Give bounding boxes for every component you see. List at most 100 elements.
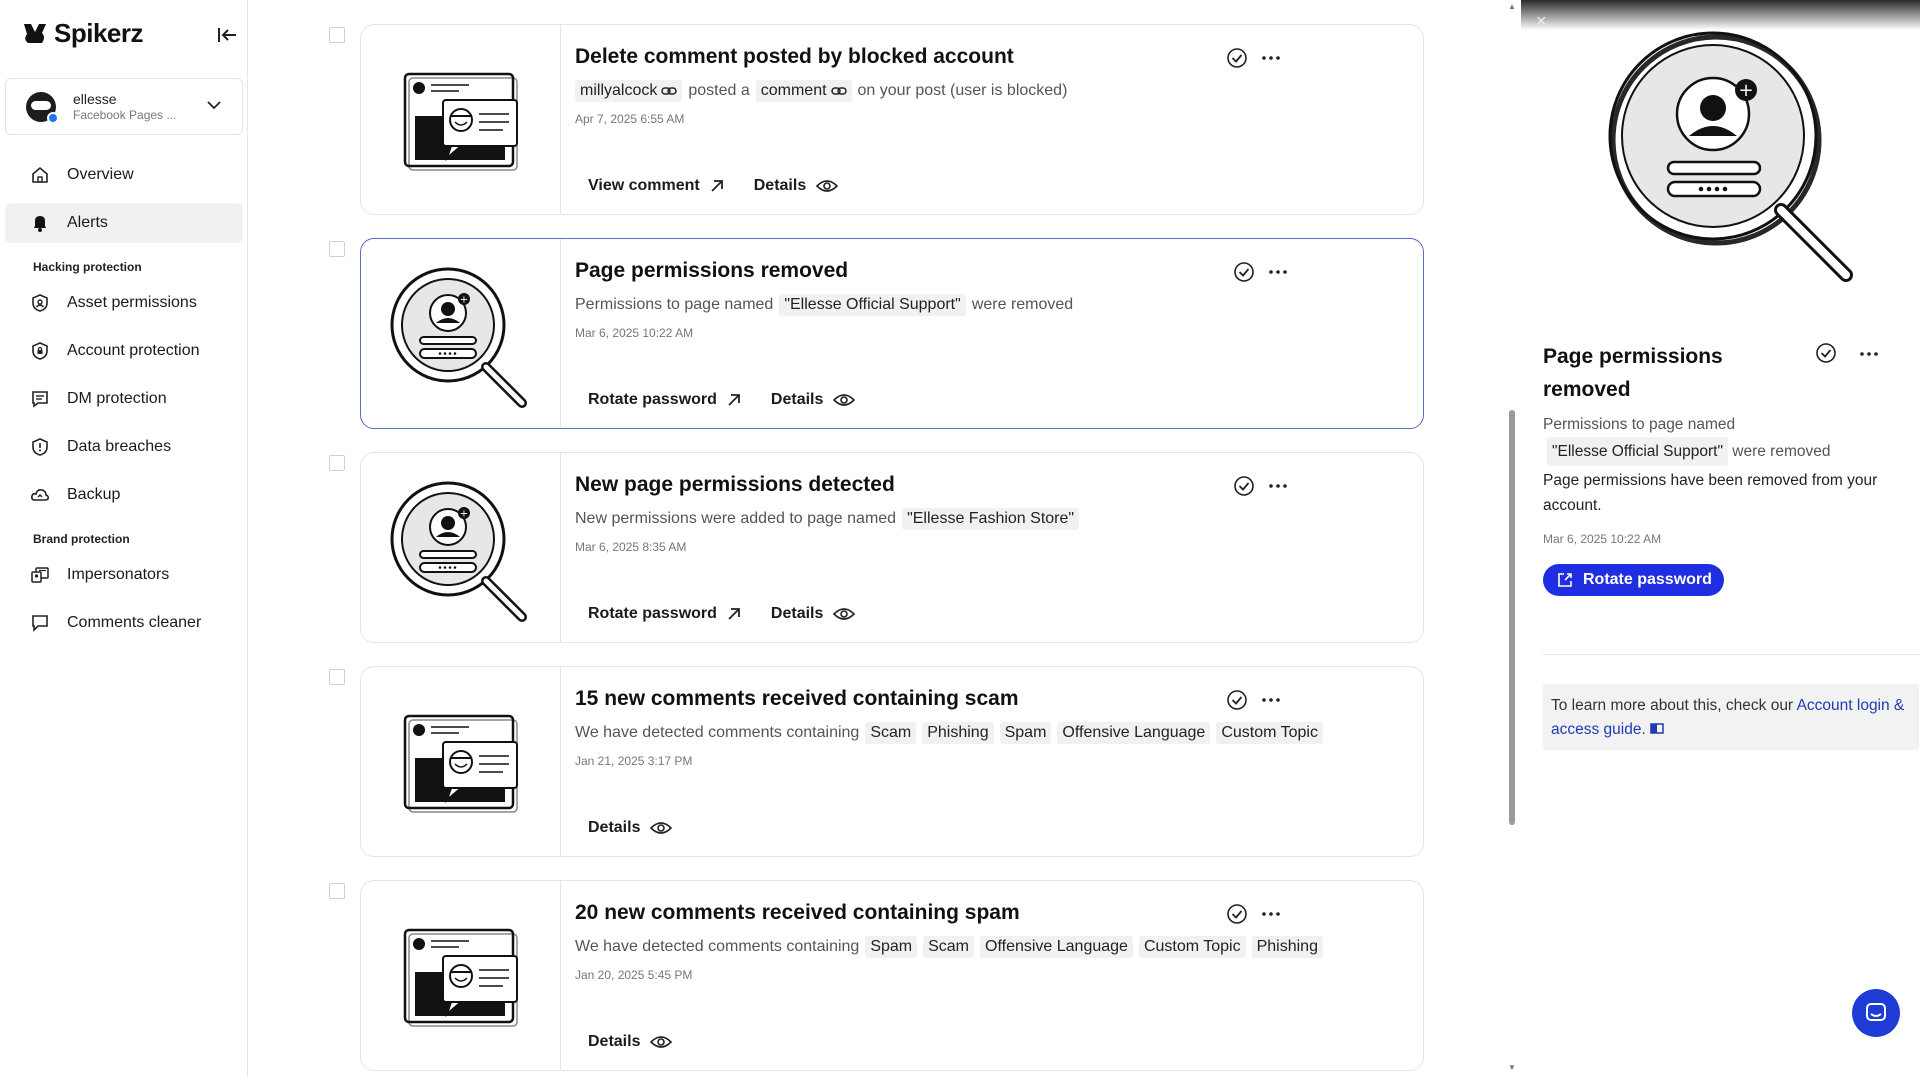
main-scrollbar[interactable]: ▲ ▼ [1505,0,1521,1077]
eye-icon [833,394,856,406]
alert-checkbox[interactable] [329,241,345,257]
eye-icon [833,608,856,620]
more-options-icon[interactable] [1259,689,1283,711]
check-circle-icon[interactable] [1233,261,1255,283]
scroll-down-icon[interactable]: ▼ [1508,1063,1516,1072]
alert-checkbox[interactable] [329,27,345,43]
desc-text: Permissions to page named [575,296,774,313]
alert-card-body: Delete comment posted by blocked account… [575,25,1423,214]
chat-support-button[interactable] [1852,989,1900,1037]
action-label: View comment [588,177,700,194]
link-icon [830,87,847,95]
alert-date: Apr 7, 2025 6:55 AM [575,112,685,126]
rotate-password-button[interactable]: Rotate password [1543,564,1724,596]
sidebar-item-label: Asset permissions [67,294,197,311]
check-circle-icon[interactable] [1815,342,1837,364]
details-button[interactable]: Details [753,177,839,195]
alert-card[interactable]: Delete comment posted by blocked account… [360,24,1424,215]
close-icon[interactable]: × [1536,11,1547,32]
page-name-chip: "Ellesse Official Support" [1547,437,1728,466]
details-button[interactable]: Details [588,1033,673,1051]
rotate-password-button[interactable]: Rotate password [588,605,741,623]
scroll-up-icon[interactable]: ▲ [1508,2,1516,11]
alert-card[interactable]: + New page permissions detected New perm… [360,452,1424,643]
sidebar-item-asset-permissions[interactable]: Asset permissions [5,283,243,323]
action-label: Details [770,391,824,408]
alert-actions: Rotate password Details [588,605,856,623]
alert-actions: Details [588,819,673,837]
details-button[interactable]: Details [771,605,856,623]
alert-actions: View comment Details [588,177,839,195]
alert-title: New page permissions detected [575,473,895,496]
alert-date: Jan 21, 2025 3:17 PM [575,754,693,768]
info-text: To learn more about this, check our [1551,697,1794,714]
brand[interactable]: Spikerz [22,18,144,49]
sidebar-item-comments-cleaner[interactable]: Comments cleaner [5,603,243,643]
chat-icon [1866,1003,1886,1021]
scrollbar-thumb[interactable] [1509,410,1515,825]
avatar [26,91,59,124]
alert-checkbox[interactable] [329,883,345,899]
panel-title: Page permissions removed [1543,345,1723,401]
panel-note: Page permissions have been removed from … [1543,472,1878,514]
topic-chip: Phishing [1251,936,1323,958]
desc-text: on your post (user is blocked) [857,82,1068,99]
bell-icon [34,216,46,232]
sidebar-item-label: Alerts [67,214,108,231]
sidebar-item-dm-protection[interactable]: DM protection [5,379,243,419]
details-button[interactable]: Details [588,819,673,837]
alert-description: New permissions were added to page named… [575,508,1080,530]
details-button[interactable]: Details [770,391,856,409]
more-options-icon[interactable] [1857,344,1881,364]
section-brand-protection: Brand protection [33,532,130,546]
more-options-icon[interactable] [1259,903,1283,925]
alert-actions: Details [588,1033,673,1051]
alert-card[interactable]: 20 new comments received containing spam… [360,880,1424,1071]
more-options-icon[interactable] [1259,47,1283,69]
desc-text: We have detected comments containing [575,724,860,741]
sidebar-item-backup[interactable]: Backup [5,475,243,515]
home-icon [32,166,48,183]
view-comment-button[interactable]: View comment [588,177,724,195]
svg-text:+: + [1738,80,1753,101]
check-circle-icon[interactable] [1226,47,1248,69]
sidebar-item-label: DM protection [67,390,167,407]
alert-checkbox[interactable] [329,669,345,685]
account-switcher[interactable]: ellesse Facebook Pages ... [5,78,243,135]
desc-text: Permissions to page named [1543,416,1736,433]
check-circle-icon[interactable] [1226,689,1248,711]
collapse-sidebar-button[interactable] [214,22,240,48]
brand-name: Spikerz [54,18,144,48]
arrow-up-right-icon [711,180,723,192]
spikerz-logo-icon [24,23,46,43]
sidebar-item-label: Data breaches [67,438,172,455]
chevron-down-icon [207,101,221,110]
sidebar-item-alerts[interactable]: Alerts [5,203,243,243]
alerts-list: Delete comment posted by blocked account… [249,0,1505,1077]
alert-date: Mar 6, 2025 10:22 AM [575,326,694,340]
desc-text: were removed [971,296,1074,313]
sidebar-item-account-protection[interactable]: Account protection [5,331,243,371]
comment-link-chip[interactable]: comment [755,80,852,102]
sidebar: Spikerz ellesse Facebook Pages ... Overv… [0,0,248,1077]
external-link-icon [1558,573,1572,587]
sidebar-item-overview[interactable]: Overview [5,155,243,195]
check-circle-icon[interactable] [1233,475,1255,497]
shield-lock-icon [32,342,48,360]
more-options-icon[interactable] [1266,261,1290,283]
comment-icon [32,615,48,632]
sidebar-item-impersonators[interactable]: Impersonators [5,555,243,595]
sidebar-item-data-breaches[interactable]: Data breaches [5,427,243,467]
account-name: ellesse [73,90,117,107]
comment-chip-label: comment [760,82,827,99]
alert-card[interactable]: 15 new comments received containing scam… [360,666,1424,857]
arrow-up-right-icon [728,394,740,406]
action-label: Details [753,177,807,194]
check-circle-icon[interactable] [1226,903,1248,925]
user-chip[interactable]: millyalcock [575,80,683,102]
rotate-password-button[interactable]: Rotate password [588,391,741,409]
alert-checkbox[interactable] [329,455,345,471]
comment-scam-illustration-icon [361,25,561,214]
more-options-icon[interactable] [1266,475,1290,497]
alert-card-selected[interactable]: + Page permissions removed Permissions t… [360,238,1424,429]
